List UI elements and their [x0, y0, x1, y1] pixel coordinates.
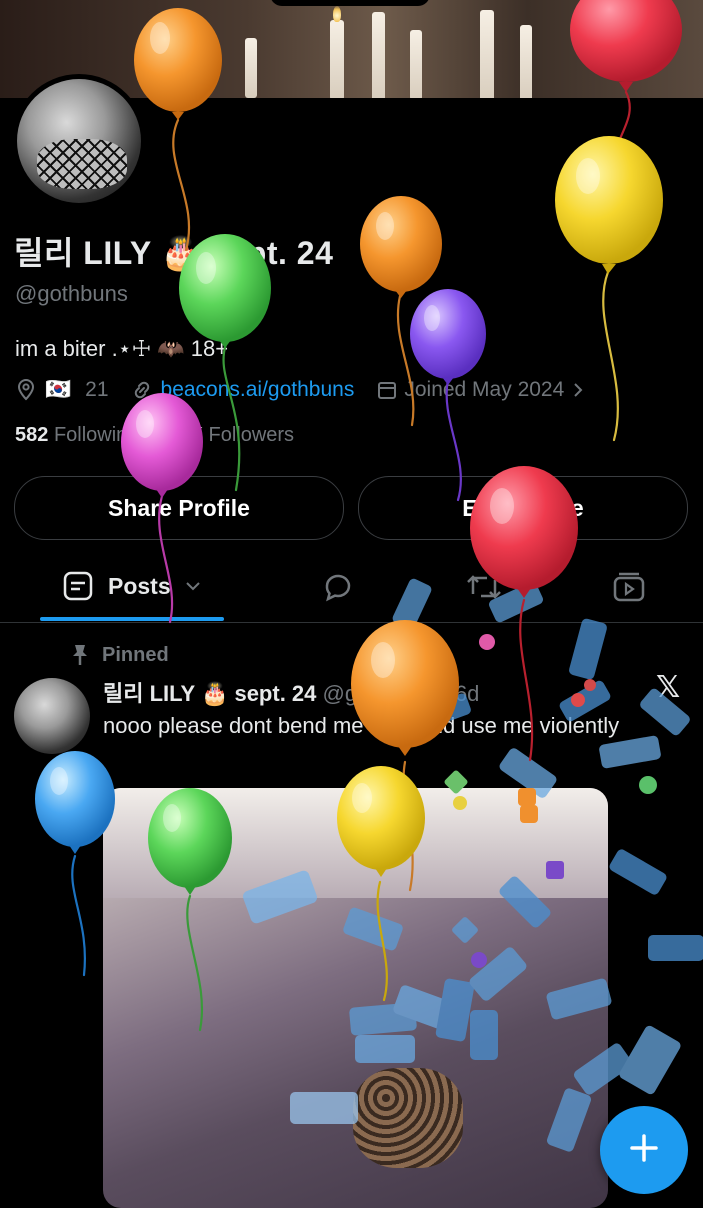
post-author-avatar[interactable]: [14, 678, 90, 754]
following-label[interactable]: Following: [54, 424, 138, 446]
following-count[interactable]: 582: [15, 424, 48, 446]
edit-profile-button[interactable]: Edit Profile: [358, 476, 688, 540]
x-logo-icon: 𝕏: [656, 671, 681, 704]
joined-date: Joined May 2024: [404, 378, 565, 401]
link-icon: [131, 379, 153, 401]
post-media-image[interactable]: [103, 788, 608, 1208]
pinned-indicator: Pinned: [70, 643, 169, 667]
media-icon[interactable]: [612, 570, 646, 604]
pinned-label: Pinned: [102, 643, 169, 666]
profile-bio: im a biter .⋆☩ 🦇 18+: [15, 336, 229, 361]
tab-posts[interactable]: Posts: [62, 570, 201, 602]
location-icon: [15, 378, 37, 402]
chevron-right-icon[interactable]: [572, 381, 584, 399]
active-tab-indicator: [40, 617, 224, 621]
post-author-name[interactable]: 릴리 LILY 🎂 sept. 24: [103, 681, 316, 706]
profile-avatar[interactable]: [12, 74, 146, 208]
follow-stats: 582 Following 55K Followers: [15, 424, 294, 447]
plus-icon: [627, 1131, 661, 1170]
display-name: 릴리 LILY 🎂 sept. 24: [14, 235, 334, 271]
profile-link[interactable]: beacons.ai/gothbuns: [161, 378, 355, 402]
pin-icon: [70, 643, 90, 667]
location-flag: 🇰🇷: [45, 378, 72, 401]
posts-icon: [62, 570, 94, 602]
calendar-icon: [376, 379, 398, 401]
post-text: nooo please dont bend me over and use me…: [103, 713, 620, 738]
post-time: · 6d: [441, 681, 480, 706]
profile-meta: 🇰🇷 21 beacons.ai/gothbuns Joined May 202…: [15, 376, 584, 404]
followers-count[interactable]: 55K: [166, 424, 203, 446]
username-handle: @gothbuns: [15, 281, 128, 306]
post-header[interactable]: 릴리 LILY 🎂 sept. 24 @gothbuns · 6d: [103, 676, 479, 708]
tabs-divider: [0, 622, 703, 623]
compose-post-button[interactable]: [600, 1106, 688, 1194]
replies-icon[interactable]: [321, 570, 355, 604]
repost-icon[interactable]: [465, 570, 503, 604]
location-number: 21: [85, 378, 109, 401]
post-author-handle[interactable]: @gothbuns: [323, 681, 436, 706]
profile-tabs: Posts: [0, 560, 703, 618]
share-profile-button[interactable]: Share Profile: [14, 476, 344, 540]
tab-posts-label: Posts: [108, 572, 171, 599]
followers-label[interactable]: Followers: [208, 424, 294, 446]
chevron-down-icon[interactable]: [185, 580, 201, 592]
status-notch: [270, 0, 430, 6]
